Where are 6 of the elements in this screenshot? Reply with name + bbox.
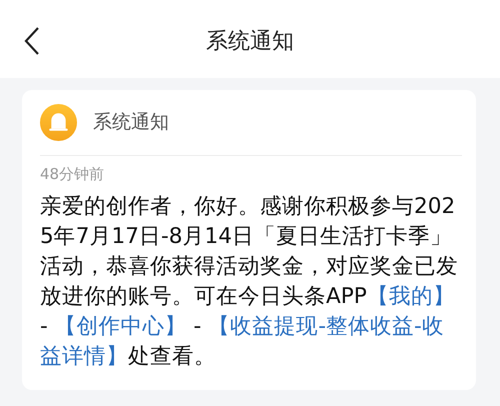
page-title: 系统通知 [206,28,294,56]
timestamp: 48分钟前 [40,164,106,185]
back-icon[interactable] [22,26,42,56]
bell-icon [40,104,77,141]
message-text: 亲爱的创作者，你好。感谢你积极参与2025年7月17日-8月14日「夏日生活打卡季」活动，恭喜你获得活动奖金，对应奖金已发放进你的账号。可在今日头条APP【我的】 - 【创作中心】 - 【收益提现-整体收益-收益详情】处查看。 [40,193,459,371]
sender-name: 系统通知 [93,110,169,136]
